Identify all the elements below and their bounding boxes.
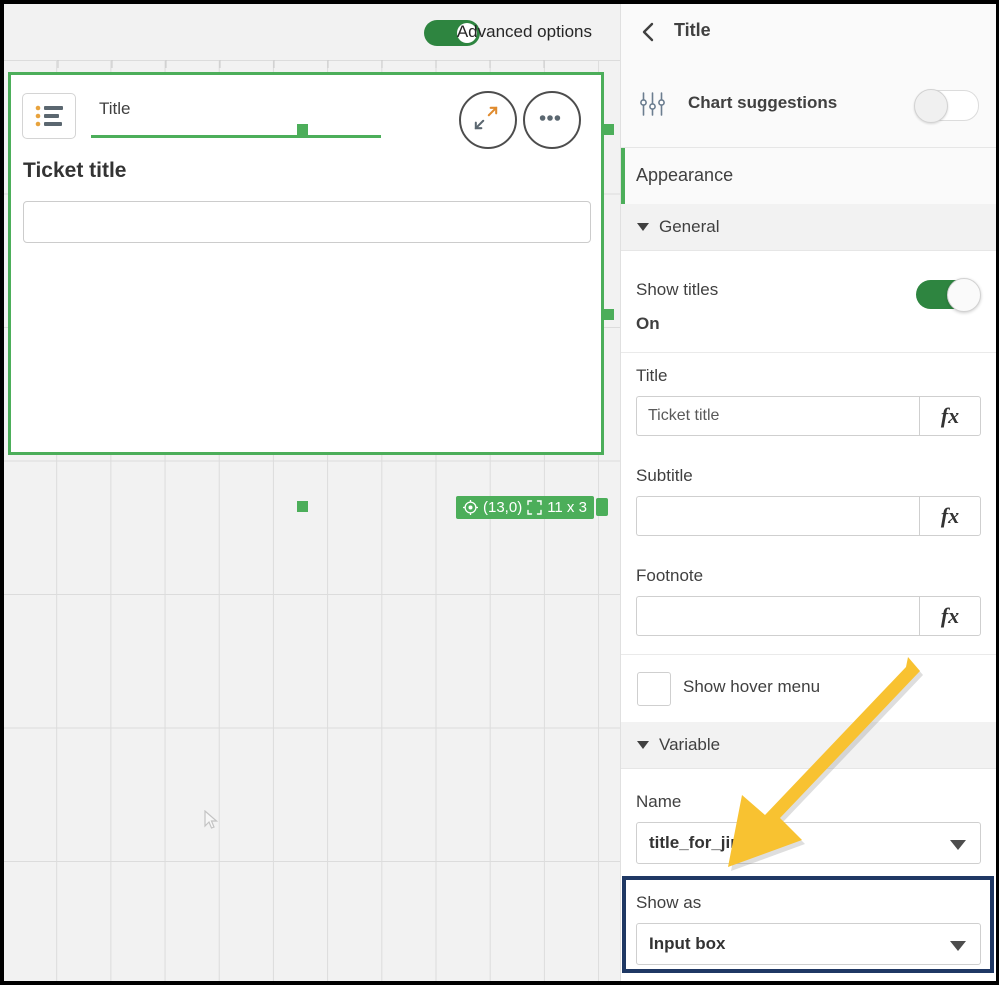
title-input-value: Ticket title bbox=[648, 407, 719, 425]
variable-name-label: Name bbox=[636, 792, 681, 812]
selection-handle-top[interactable] bbox=[297, 124, 308, 135]
selection-handle-bottom-right[interactable] bbox=[596, 498, 608, 516]
selection-handle-right[interactable] bbox=[603, 309, 614, 320]
show-titles-toggle[interactable] bbox=[916, 280, 978, 309]
sheet-editor: Advanced options bbox=[4, 4, 620, 981]
section-general-label: General bbox=[659, 217, 719, 237]
target-icon bbox=[463, 500, 478, 515]
screenshot-root: Advanced options bbox=[0, 0, 999, 985]
section-variable-label: Variable bbox=[659, 735, 720, 755]
grid-ruler bbox=[4, 60, 620, 70]
chevron-left-icon[interactable] bbox=[637, 20, 661, 44]
chevron-down-icon bbox=[637, 223, 649, 231]
sliders-icon bbox=[639, 91, 667, 117]
chart-suggestions-label: Chart suggestions bbox=[688, 93, 837, 113]
object-title-input[interactable]: Title bbox=[91, 97, 381, 138]
editor-toolbar: Advanced options bbox=[4, 4, 620, 60]
section-header-variable[interactable]: Variable bbox=[621, 722, 996, 769]
divider bbox=[621, 654, 996, 655]
divider bbox=[621, 352, 996, 353]
title-expression-button[interactable]: fx bbox=[919, 396, 981, 436]
show-as-select[interactable]: Input box bbox=[636, 923, 981, 965]
object-variable-input[interactable] bbox=[23, 201, 591, 243]
show-hover-menu-checkbox[interactable] bbox=[637, 672, 671, 706]
panel-header: Title bbox=[621, 4, 996, 61]
footnote-input[interactable] bbox=[636, 596, 919, 636]
chevron-down-icon bbox=[950, 941, 966, 951]
subtitle-field-group: fx bbox=[636, 496, 981, 536]
object-variable-label: Ticket title bbox=[23, 159, 126, 183]
title-input[interactable]: Ticket title bbox=[636, 396, 919, 436]
chevron-down-icon bbox=[950, 840, 966, 850]
footnote-label: Footnote bbox=[636, 566, 703, 586]
selection-handle-bottom[interactable] bbox=[297, 501, 308, 512]
tab-appearance[interactable]: Appearance bbox=[621, 148, 996, 205]
show-as-label: Show as bbox=[636, 893, 701, 913]
show-titles-value: On bbox=[636, 314, 660, 334]
show-hover-menu-label: Show hover menu bbox=[683, 677, 820, 697]
toggle-knob bbox=[947, 278, 981, 312]
list-icon[interactable] bbox=[22, 93, 76, 139]
panel-title: Title bbox=[674, 20, 711, 41]
selection-handle-top-right[interactable] bbox=[603, 124, 614, 135]
tab-appearance-label: Appearance bbox=[636, 165, 733, 186]
footnote-expression-button[interactable]: fx bbox=[919, 596, 981, 636]
object-position-value: (13,0) bbox=[483, 499, 522, 516]
show-titles-label: Show titles bbox=[636, 280, 718, 300]
toggle-knob bbox=[914, 89, 948, 123]
subtitle-label: Subtitle bbox=[636, 466, 693, 486]
variable-name-value: title_for_jira bbox=[649, 833, 746, 853]
variable-name-select[interactable]: title_for_jira bbox=[636, 822, 981, 864]
resize-icon bbox=[527, 500, 542, 515]
mouse-pointer-icon bbox=[204, 810, 218, 830]
object-size-badge: (13,0) 11 x 3 bbox=[456, 496, 594, 519]
object-title-text: Title bbox=[99, 99, 131, 119]
sheet-canvas[interactable]: Title bbox=[4, 60, 620, 981]
show-hover-menu-row: Show hover menu bbox=[621, 672, 996, 706]
active-tab-indicator bbox=[621, 148, 625, 204]
subtitle-expression-button[interactable]: fx bbox=[919, 496, 981, 536]
expand-icon[interactable] bbox=[459, 91, 517, 149]
title-label: Title bbox=[636, 366, 668, 386]
chevron-down-icon bbox=[637, 741, 649, 749]
title-field-group: Ticket title fx bbox=[636, 396, 981, 436]
property-panel: Title Chart suggestions bbox=[620, 4, 996, 981]
footnote-field-group: fx bbox=[636, 596, 981, 636]
chart-suggestions-toggle[interactable] bbox=[915, 90, 979, 121]
advanced-options-label: Advanced options bbox=[457, 22, 592, 42]
more-options-icon[interactable] bbox=[523, 91, 581, 149]
subtitle-input[interactable] bbox=[636, 496, 919, 536]
object-size-value: 11 x 3 bbox=[547, 499, 587, 516]
section-header-general[interactable]: General bbox=[621, 204, 996, 251]
show-as-value: Input box bbox=[649, 934, 725, 954]
chart-suggestions-row: Chart suggestions bbox=[621, 61, 996, 148]
